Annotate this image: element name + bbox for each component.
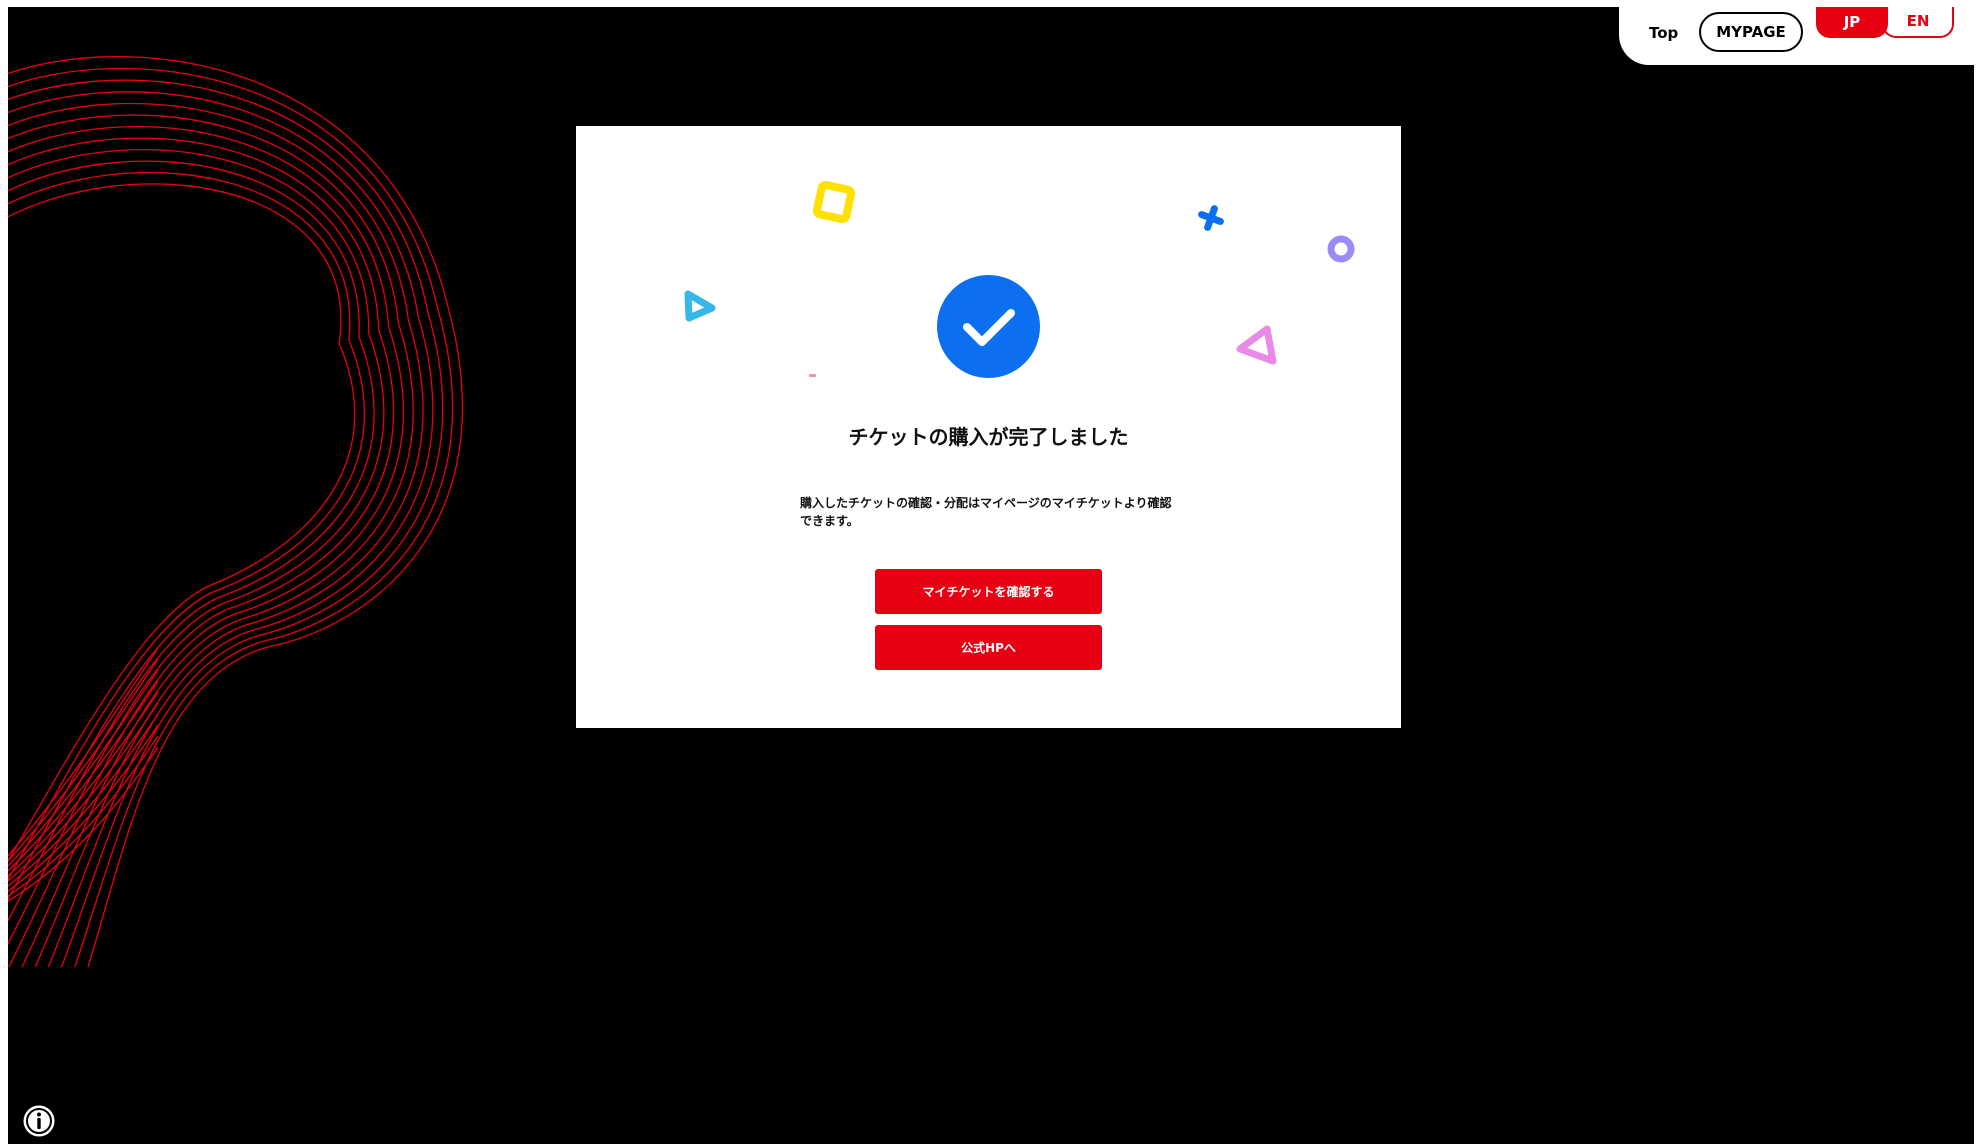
page-background: Top MYPAGE EN JP チケットの購入が完了しました 購入したチケット…: [8, 7, 1974, 1144]
official-site-button[interactable]: 公式HPへ: [875, 625, 1102, 670]
yellow-square-icon: [812, 180, 856, 224]
pink-triangle-icon: [1236, 325, 1277, 365]
blue-cross-icon: [1198, 205, 1224, 231]
view-my-tickets-button[interactable]: マイチケットを確認する: [875, 569, 1102, 614]
purchase-complete-modal: チケットの購入が完了しました 購入したチケットの確認・分配はマイページのマイチケ…: [576, 126, 1401, 728]
mypage-button[interactable]: MYPAGE: [1699, 12, 1803, 52]
info-icon[interactable]: [22, 1104, 56, 1138]
nav-top-link[interactable]: Top: [1649, 24, 1678, 42]
lang-en-button[interactable]: EN: [1882, 7, 1954, 38]
pink-dot-icon: [809, 374, 816, 377]
purple-ring-icon: [1327, 235, 1355, 263]
modal-title: チケットの購入が完了しました: [848, 425, 1129, 449]
check-circle-icon: [937, 275, 1040, 378]
lang-jp-button[interactable]: JP: [1816, 7, 1888, 38]
modal-message: 購入したチケットの確認・分配はマイページのマイチケットより確認できます。: [800, 496, 1172, 528]
background-red-lines: [8, 56, 464, 967]
header-nav: Top MYPAGE EN JP: [1619, 7, 1974, 65]
cyan-triangle-icon: [684, 290, 716, 322]
